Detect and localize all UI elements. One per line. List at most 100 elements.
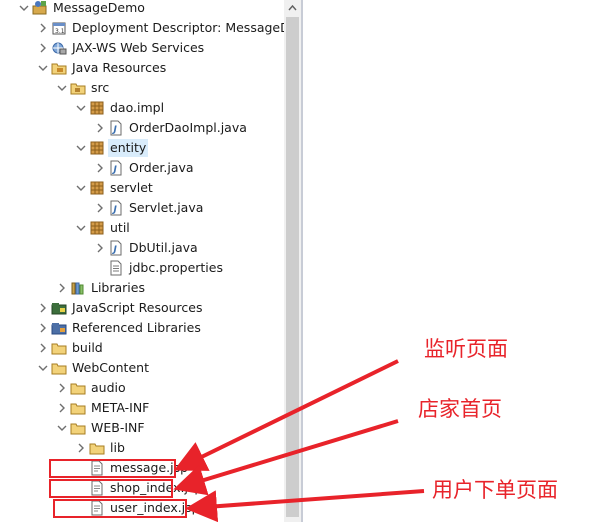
tree-item-libraries[interactable]: Libraries [0, 278, 284, 298]
tree-item-orderdaoimpl-java[interactable]: J OrderDaoImpl.java [0, 118, 284, 138]
chevron-right-icon[interactable] [94, 198, 106, 218]
tree-item-label: entity [108, 139, 149, 157]
package-icon [89, 220, 105, 236]
highlight-box-user-index [53, 499, 187, 518]
chevron-right-icon[interactable] [37, 338, 49, 358]
tree-item-src[interactable]: src [0, 78, 284, 98]
folder-icon [70, 400, 86, 416]
chevron-down-icon[interactable] [75, 98, 87, 118]
javascript-resources-icon [51, 300, 67, 316]
project-icon [32, 0, 48, 16]
tree-item-java-resources[interactable]: Java Resources [0, 58, 284, 78]
tree-item-util[interactable]: util [0, 218, 284, 238]
tree-item-label: Referenced Libraries [72, 320, 201, 335]
chevron-right-icon[interactable] [37, 298, 49, 318]
chevron-down-icon[interactable] [37, 58, 49, 78]
folder-icon [51, 340, 67, 356]
chevron-down-icon[interactable] [56, 418, 68, 438]
editor-area [303, 0, 589, 522]
chevron-right-icon[interactable] [94, 238, 106, 258]
tree-item-label: build [72, 340, 103, 355]
tree-item-deployment-descriptor-messagedemo[interactable]: 3.1 Deployment Descriptor: MessageDemo [0, 18, 284, 38]
chevron-right-icon[interactable] [94, 158, 106, 178]
referenced-libraries-icon [51, 320, 67, 336]
package-icon [89, 140, 105, 156]
annotation-shop-home: 店家首页 [418, 397, 502, 421]
tree-item-messagedemo[interactable]: MessageDemo [0, 0, 284, 18]
vertical-scrollbar[interactable] [284, 0, 301, 522]
folder-icon [70, 380, 86, 396]
svg-text:3.1: 3.1 [55, 28, 65, 35]
java-file-icon: J [108, 240, 124, 256]
chevron-down-icon[interactable] [18, 0, 30, 18]
source-folder-icon [70, 80, 86, 96]
package-icon [89, 180, 105, 196]
tree-item-javascript-resources[interactable]: JavaScript Resources [0, 298, 284, 318]
tree-item-label: DbUtil.java [129, 240, 198, 255]
tree-item-label: dao.impl [110, 100, 165, 115]
tree-item-lib[interactable]: lib [0, 438, 284, 458]
tree-item-servlet-java[interactable]: J Servlet.java [0, 198, 284, 218]
tree-item-webcontent[interactable]: WebContent [0, 358, 284, 378]
tree-item-label: audio [91, 380, 126, 395]
annotation-listen-page: 监听页面 [424, 337, 508, 361]
scrollbar-thumb[interactable] [286, 17, 299, 517]
folder-icon [51, 360, 67, 376]
highlight-box-message [49, 459, 176, 478]
tree-item-referenced-libraries[interactable]: Referenced Libraries [0, 318, 284, 338]
chevron-right-icon[interactable] [56, 278, 68, 298]
tree-item-dbutil-java[interactable]: J DbUtil.java [0, 238, 284, 258]
tree-item-servlet[interactable]: servlet [0, 178, 284, 198]
web-services-icon [51, 40, 67, 56]
chevron-down-icon[interactable] [75, 218, 87, 238]
tree-item-jax-ws-web-services[interactable]: JAX-WS Web Services [0, 38, 284, 58]
chevron-right-icon[interactable] [75, 438, 87, 458]
tree-item-build[interactable]: build [0, 338, 284, 358]
tree-item-label: WebContent [72, 360, 149, 375]
chevron-right-icon[interactable] [56, 378, 68, 398]
tree-item-label: JavaScript Resources [72, 300, 203, 315]
tree-item-label: MessageDemo [53, 0, 145, 15]
properties-file-icon [108, 260, 124, 276]
tree-item-label: Deployment Descriptor: MessageDemo [72, 20, 284, 35]
tree-item-label: OrderDaoImpl.java [129, 120, 247, 135]
tree-item-meta-inf[interactable]: META-INF [0, 398, 284, 418]
tree-item-label: servlet [110, 180, 153, 195]
chevron-right-icon[interactable] [56, 398, 68, 418]
tree-item-label: src [91, 80, 110, 95]
chevron-right-icon[interactable] [94, 118, 106, 138]
chevron-down-icon[interactable] [75, 138, 87, 158]
tree-item-dao-impl[interactable]: dao.impl [0, 98, 284, 118]
folder-icon [70, 420, 86, 436]
deployment-descriptor-icon: 3.1 [51, 20, 67, 36]
java-resources-icon [51, 60, 67, 76]
chevron-down-icon[interactable] [56, 78, 68, 98]
java-file-icon: J [108, 200, 124, 216]
tree-item-label: Servlet.java [129, 200, 204, 215]
scroll-up-arrow-icon[interactable] [284, 0, 301, 17]
tree-item-order-java[interactable]: J Order.java [0, 158, 284, 178]
tree-item-label: Java Resources [72, 60, 167, 75]
package-icon [89, 100, 105, 116]
java-file-icon: J [108, 160, 124, 176]
java-file-icon: J [108, 120, 124, 136]
tree-item-entity[interactable]: entity [0, 138, 284, 158]
tree-item-web-inf[interactable]: WEB-INF [0, 418, 284, 438]
tree-item-audio[interactable]: audio [0, 378, 284, 398]
tree-item-label: WEB-INF [91, 420, 145, 435]
tree-item-label: util [110, 220, 130, 235]
annotation-user-order-page: 用户下单页面 [432, 478, 558, 502]
folder-icon [89, 440, 105, 456]
tree-item-label: Libraries [91, 280, 145, 295]
project-explorer-tree: MessageDemo 3.1 Deployment Descriptor: Mes… [0, 0, 284, 522]
chevron-down-icon[interactable] [75, 178, 87, 198]
tree-item-label: JAX-WS Web Services [72, 40, 205, 55]
chevron-right-icon[interactable] [37, 18, 49, 38]
tree-item-label: Order.java [129, 160, 194, 175]
tree-item-jdbc-properties[interactable]: jdbc.properties [0, 258, 284, 278]
chevron-right-icon[interactable] [37, 318, 49, 338]
tree-item-label: lib [110, 440, 125, 455]
chevron-down-icon[interactable] [37, 358, 49, 378]
chevron-right-icon[interactable] [37, 38, 49, 58]
tree-item-label: jdbc.properties [129, 260, 223, 275]
